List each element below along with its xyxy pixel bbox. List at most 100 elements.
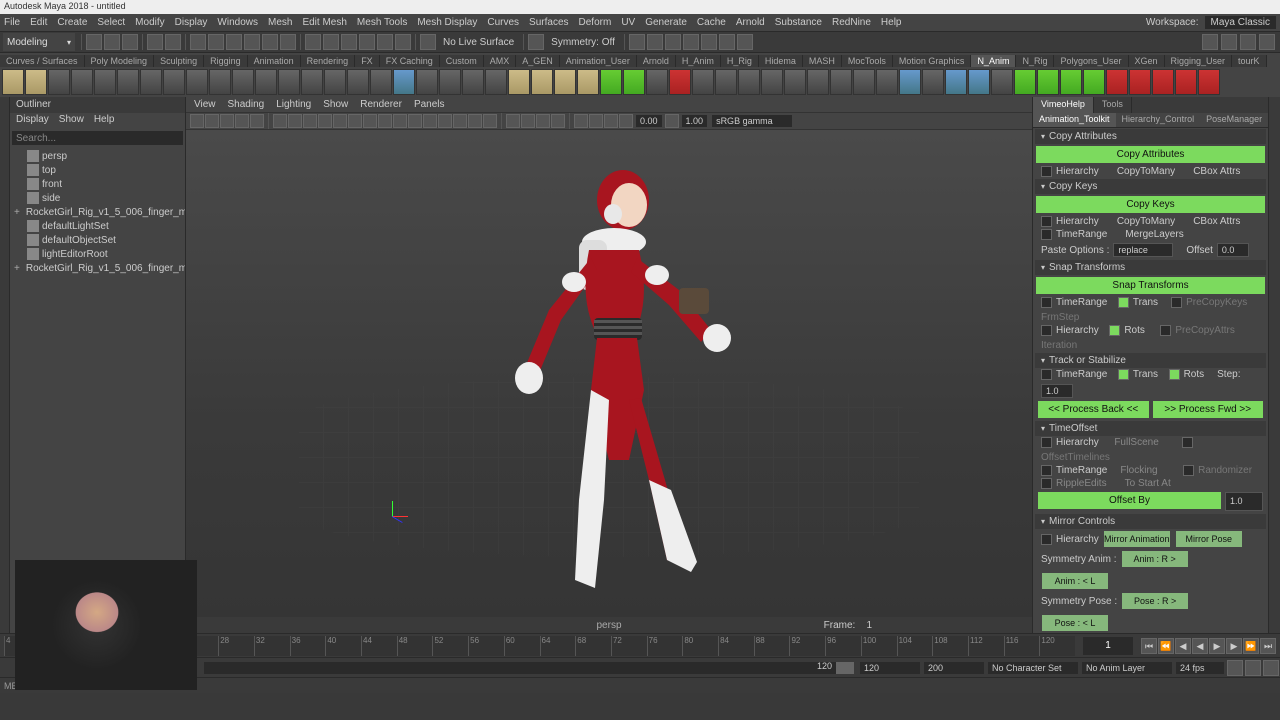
vp-tool-icon[interactable] bbox=[665, 114, 679, 128]
shelf-button[interactable] bbox=[577, 69, 599, 95]
tree-item-label[interactable]: RocketGirl_Rig_v1_5_006_finger_mirroring… bbox=[26, 207, 185, 218]
channel-box-icon[interactable] bbox=[1259, 34, 1275, 50]
shelf-tab[interactable]: Arnold bbox=[637, 55, 676, 67]
loop-icon[interactable] bbox=[1227, 660, 1243, 676]
shelf-button[interactable] bbox=[531, 69, 553, 95]
menu-modify[interactable]: Modify bbox=[135, 17, 164, 28]
offset-field[interactable]: 0.0 bbox=[1217, 243, 1249, 257]
shelf-button[interactable] bbox=[1037, 69, 1059, 95]
step-back-button[interactable]: ◀ bbox=[1175, 638, 1191, 654]
shelf-button[interactable] bbox=[485, 69, 507, 95]
shelf-tab[interactable]: H_Rig bbox=[721, 55, 759, 67]
menu-select[interactable]: Select bbox=[97, 17, 125, 28]
shelf-button[interactable] bbox=[1060, 69, 1082, 95]
copy-keys-button[interactable]: Copy Keys bbox=[1036, 196, 1265, 213]
timeline-tick[interactable]: 92 bbox=[789, 636, 825, 656]
snap-curve-icon[interactable] bbox=[323, 34, 339, 50]
section-timeoffset[interactable]: TimeOffset bbox=[1035, 421, 1266, 436]
menu-create[interactable]: Create bbox=[57, 17, 87, 28]
vp-tool-icon[interactable] bbox=[453, 114, 467, 128]
shelf-button[interactable] bbox=[508, 69, 530, 95]
shelf-button[interactable] bbox=[186, 69, 208, 95]
copy-attributes-button[interactable]: Copy Attributes bbox=[1036, 146, 1265, 163]
timeline-tick[interactable]: 68 bbox=[575, 636, 611, 656]
tree-item-label[interactable]: lightEditorRoot bbox=[42, 249, 108, 260]
vp-tool-icon[interactable] bbox=[363, 114, 377, 128]
timeline-tick[interactable]: 108 bbox=[932, 636, 968, 656]
outliner-menu-show[interactable]: Show bbox=[59, 114, 84, 128]
timeline-tick[interactable]: 112 bbox=[968, 636, 1004, 656]
offset-by-button[interactable]: Offset By bbox=[1038, 492, 1221, 509]
shelf-tab[interactable]: AMX bbox=[484, 55, 517, 67]
timeline-tick[interactable]: 72 bbox=[611, 636, 647, 656]
menu-display[interactable]: Display bbox=[175, 17, 208, 28]
vp-tool-icon[interactable] bbox=[521, 114, 535, 128]
menu-substance[interactable]: Substance bbox=[775, 17, 822, 28]
outliner-menu-display[interactable]: Display bbox=[16, 114, 49, 128]
shelf-button[interactable] bbox=[1129, 69, 1151, 95]
hypershade-icon[interactable] bbox=[683, 34, 699, 50]
timeline-tick[interactable]: 104 bbox=[897, 636, 933, 656]
ripple-checkbox[interactable] bbox=[1041, 478, 1052, 489]
shelf-button[interactable] bbox=[439, 69, 461, 95]
tk-subtab-animtoolkit[interactable]: Animation_Toolkit bbox=[1033, 113, 1116, 127]
menu-uv[interactable]: UV bbox=[621, 17, 635, 28]
menu-edit[interactable]: Edit bbox=[30, 17, 47, 28]
shelf-button[interactable] bbox=[830, 69, 852, 95]
vp-tool-icon[interactable] bbox=[333, 114, 347, 128]
menu-file[interactable]: File bbox=[4, 17, 20, 28]
play-fwd-button[interactable]: ▶ bbox=[1209, 638, 1225, 654]
shelf-button[interactable] bbox=[416, 69, 438, 95]
shelf-button[interactable] bbox=[669, 69, 691, 95]
vp-tool-icon[interactable] bbox=[303, 114, 317, 128]
scale-tool-icon[interactable] bbox=[280, 34, 296, 50]
paste-mode-select[interactable]: replace bbox=[1113, 243, 1173, 257]
menu-editmesh[interactable]: Edit Mesh bbox=[302, 17, 346, 28]
snap-grid-icon[interactable] bbox=[305, 34, 321, 50]
vp-tool-icon[interactable] bbox=[378, 114, 392, 128]
menu-arnold[interactable]: Arnold bbox=[736, 17, 765, 28]
character-mesh[interactable] bbox=[479, 160, 739, 620]
autokey-icon[interactable] bbox=[1245, 660, 1261, 676]
menu-meshdisplay[interactable]: Mesh Display bbox=[417, 17, 477, 28]
outliner-search-input[interactable] bbox=[12, 131, 183, 145]
shelf-button[interactable] bbox=[71, 69, 93, 95]
timeline-tick[interactable]: 44 bbox=[361, 636, 397, 656]
vp-tool-icon[interactable] bbox=[190, 114, 204, 128]
shelf-button[interactable] bbox=[324, 69, 346, 95]
shelf-button[interactable] bbox=[370, 69, 392, 95]
lasso-tool-icon[interactable] bbox=[208, 34, 224, 50]
shelf-tab[interactable]: FX Caching bbox=[380, 55, 440, 67]
viewport-canvas[interactable] bbox=[186, 130, 1032, 617]
paint-select-icon[interactable] bbox=[226, 34, 242, 50]
shelf-button[interactable] bbox=[232, 69, 254, 95]
new-scene-icon[interactable] bbox=[86, 34, 102, 50]
range-handle[interactable] bbox=[836, 662, 854, 674]
shelf-button[interactable] bbox=[945, 69, 967, 95]
shelf-tab[interactable]: Rigging bbox=[204, 55, 248, 67]
shelf-button[interactable] bbox=[117, 69, 139, 95]
snap-plane-icon[interactable] bbox=[359, 34, 375, 50]
vp-menu-view[interactable]: View bbox=[194, 99, 216, 110]
timeline-tick[interactable]: 116 bbox=[1004, 636, 1040, 656]
offsettl-checkbox[interactable] bbox=[1182, 437, 1193, 448]
shelf-button[interactable] bbox=[1152, 69, 1174, 95]
shelf-button[interactable] bbox=[876, 69, 898, 95]
fps-select[interactable]: 24 fps bbox=[1176, 662, 1224, 674]
shelf-tab[interactable]: A_GEN bbox=[516, 55, 560, 67]
menu-rednine[interactable]: RedNine bbox=[832, 17, 871, 28]
shelf-tab[interactable]: N_Anim bbox=[971, 55, 1016, 67]
rotate-tool-icon[interactable] bbox=[262, 34, 278, 50]
tk-subtab-hierarchy[interactable]: Hierarchy_Control bbox=[1116, 113, 1201, 127]
snap-point-icon[interactable] bbox=[341, 34, 357, 50]
vp-tool-icon[interactable] bbox=[536, 114, 550, 128]
shelf-tab[interactable]: FX bbox=[355, 55, 380, 67]
vp-menu-lighting[interactable]: Lighting bbox=[276, 99, 311, 110]
right-sidebar[interactable] bbox=[1268, 97, 1280, 633]
tree-item-label[interactable]: side bbox=[42, 193, 60, 204]
vp-tool-icon[interactable] bbox=[348, 114, 362, 128]
goto-end-button[interactable]: ⏭ bbox=[1260, 638, 1276, 654]
pose-l-button[interactable]: Pose : < L bbox=[1042, 615, 1108, 631]
mode-select[interactable]: Modeling bbox=[3, 33, 75, 51]
timeline-tick[interactable]: 80 bbox=[682, 636, 718, 656]
